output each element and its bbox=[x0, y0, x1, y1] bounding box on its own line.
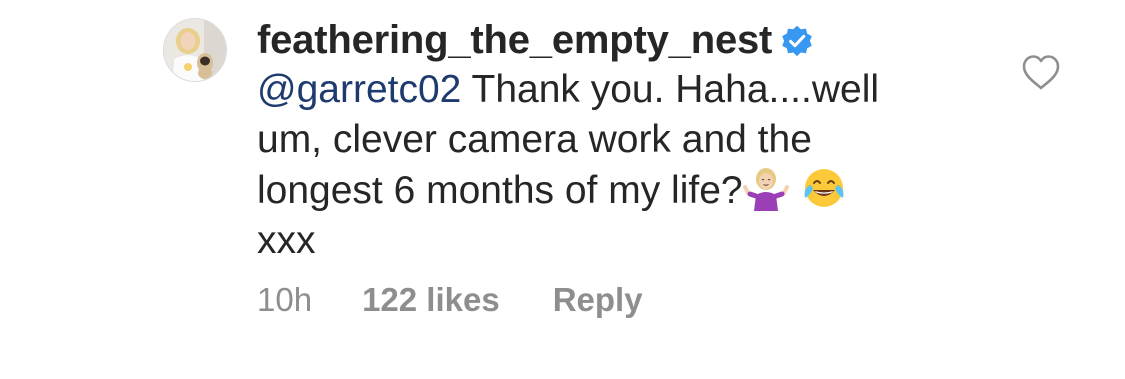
comment-line-1-text: Thank you. Haha....well bbox=[461, 68, 880, 111]
user-row: feathering_the_empty_nest bbox=[257, 14, 977, 66]
likes-count-button[interactable]: 122 likes bbox=[362, 276, 500, 324]
comment-line-3: longest 6 months of my life? bbox=[257, 165, 977, 216]
comment-item: feathering_the_empty_nest @garretc02 Tha… bbox=[0, 0, 1125, 379]
avatar[interactable] bbox=[163, 18, 227, 82]
face-with-tears-of-joy-emoji-icon bbox=[801, 165, 847, 211]
comment-meta: 10h 122 likes Reply bbox=[257, 276, 643, 324]
comment-line-2: um, clever camera work and the bbox=[257, 118, 812, 161]
verified-badge-icon bbox=[780, 24, 814, 58]
comment-line-3-text: longest 6 months of my life? bbox=[257, 169, 743, 212]
comment-line-4: xxx bbox=[257, 219, 316, 262]
username-link[interactable]: feathering_the_empty_nest bbox=[257, 14, 772, 66]
avatar-image bbox=[164, 19, 226, 81]
comment-text: @garretc02 Thank you. Haha....well um, c… bbox=[257, 65, 977, 266]
like-heart-icon[interactable] bbox=[1020, 52, 1062, 92]
mention-link[interactable]: @garretc02 bbox=[257, 68, 461, 111]
reply-button[interactable]: Reply bbox=[553, 276, 643, 324]
person-shrugging-emoji-icon bbox=[742, 165, 789, 211]
comment-body: feathering_the_empty_nest @garretc02 Tha… bbox=[257, 14, 977, 266]
comment-line-1: @garretc02 Thank you. Haha....well bbox=[257, 65, 977, 115]
timestamp: 10h bbox=[257, 281, 313, 318]
